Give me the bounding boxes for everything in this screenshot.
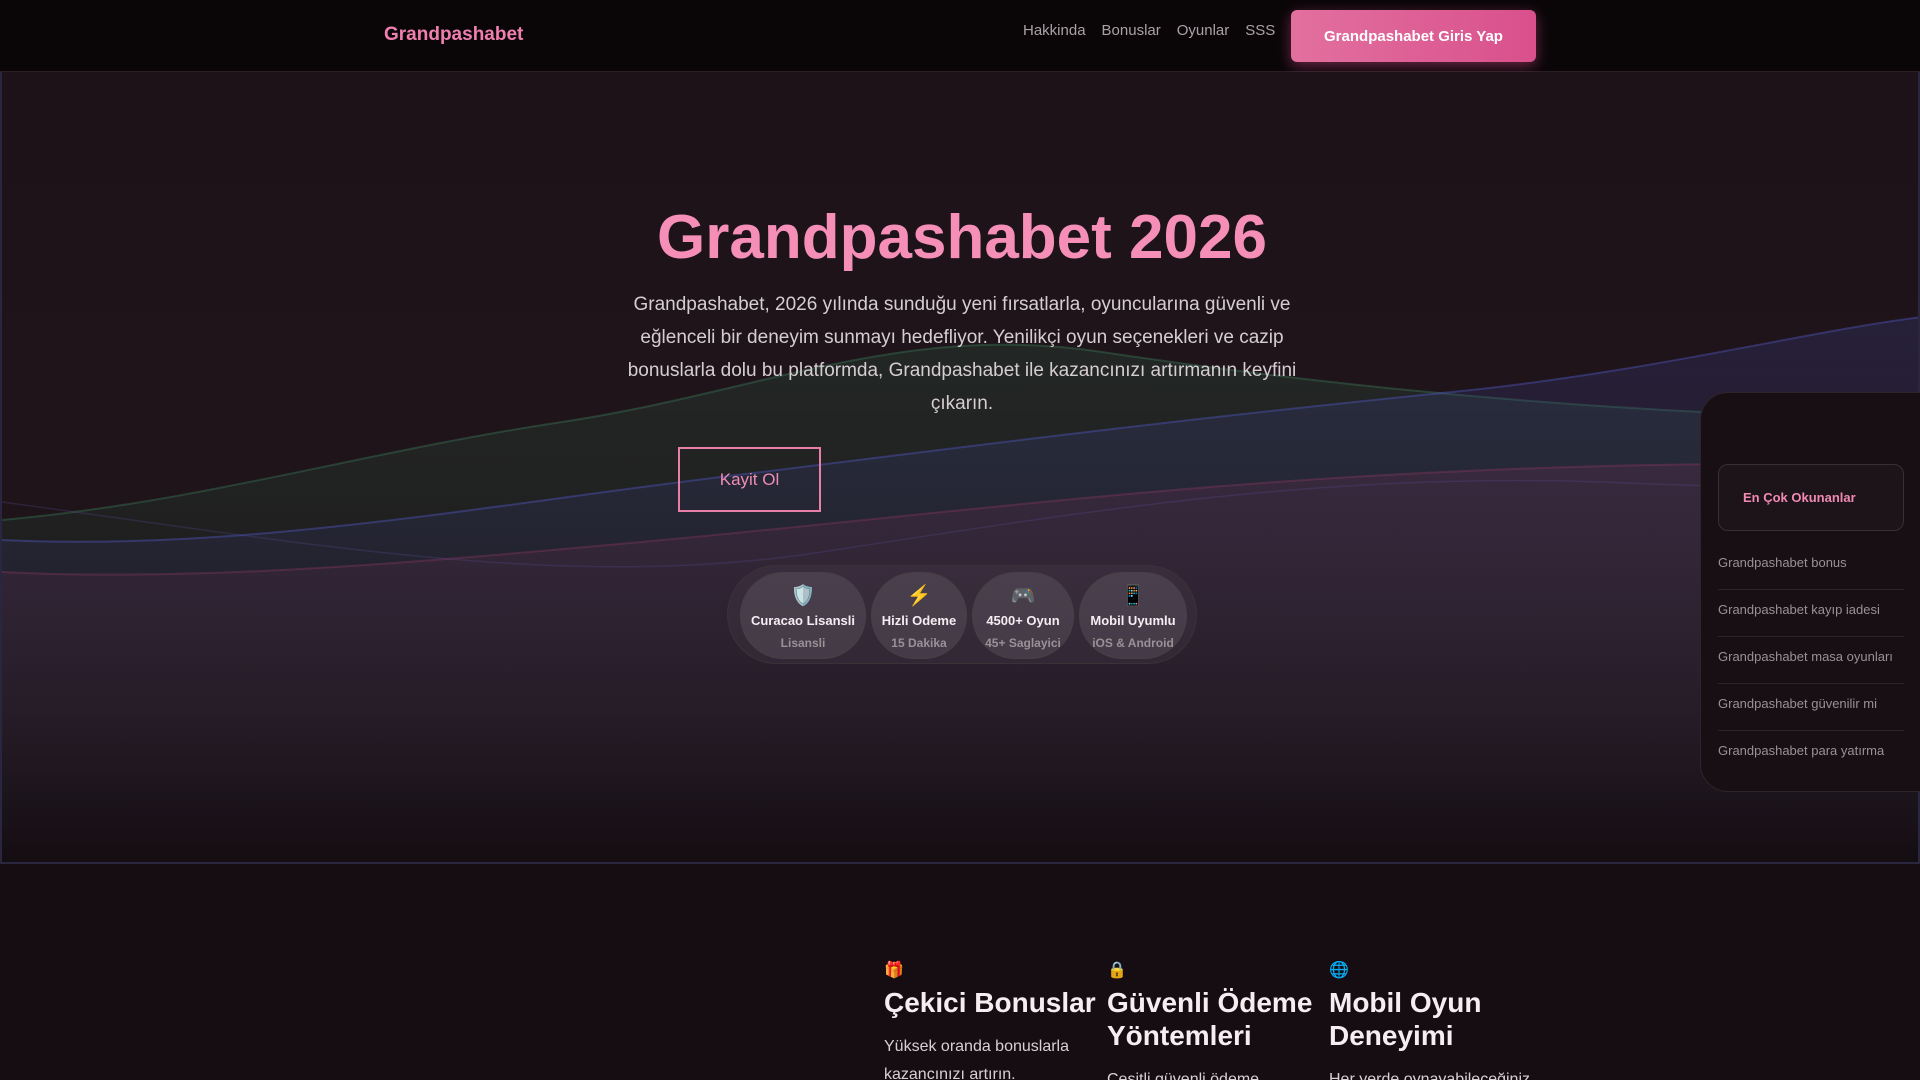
feature-badges: 🛡️ Curacao Lisansli Lisansli ⚡ Hizli Ode… <box>727 565 1197 664</box>
mobile-phone-icon: 📱 <box>1120 585 1146 607</box>
nav-link-bonuslar[interactable]: Bonuslar <box>1102 22 1161 39</box>
card-text: Yüksek oranda bonuslarla kazancınızı art… <box>884 1038 1070 1080</box>
card-title: Mobil Oyun Deneyimi <box>1329 987 1482 1051</box>
register-button[interactable]: Kayit Ol <box>678 447 821 512</box>
feature-subtitle: iOS & Android <box>1092 636 1174 650</box>
most-read-panel: En Çok Okunanlar Grandpashabet bonus Gra… <box>1700 392 1920 792</box>
nav-links: Hakkinda Bonuslar Oyunlar SSS <box>1023 22 1275 39</box>
gamepad-icon: 🎮 <box>1010 585 1036 607</box>
feature-title: Hizli Odeme <box>881 613 957 628</box>
feature-badge-mobile: 📱 Mobil Uyumlu iOS & Android <box>1079 572 1187 659</box>
feature-subtitle: 45+ Saglayici <box>985 636 1061 650</box>
nav-link-hakkinda[interactable]: Hakkinda <box>1023 22 1086 39</box>
most-read-link[interactable]: Grandpashabet para yatırma <box>1718 731 1904 778</box>
most-read-link[interactable]: Grandpashabet masa oyunları <box>1718 637 1904 684</box>
shield-icon: 🛡️ <box>790 585 816 607</box>
hero-title: Grandpashabet 2026 <box>657 203 1267 272</box>
feature-badge-license: 🛡️ Curacao Lisansli Lisansli <box>740 572 866 659</box>
feature-title: Mobil Uyumlu <box>1090 613 1176 628</box>
most-read-link[interactable]: Grandpashabet güvenilir mi <box>1718 684 1904 731</box>
feature-subtitle: 15 Dakika <box>891 636 947 650</box>
card-text: Her yerde oynayabileceğiniz <box>1329 1071 1530 1080</box>
decorative-waves <box>2 316 1918 862</box>
lock-icon: 🔒 <box>1107 962 1127 979</box>
card-payments: 🔒 Güvenli Ödeme Yöntemleri Çeşitli güven… <box>1107 960 1322 1080</box>
most-read-link[interactable]: Grandpashabet bonus <box>1718 543 1904 590</box>
globe-icon: 🌐 <box>1329 962 1349 979</box>
login-button[interactable]: Grandpashabet Giris Yap <box>1291 10 1536 62</box>
card-mobile: 🌐 Mobil Oyun Deneyimi Her yerde oynayabi… <box>1329 960 1544 1080</box>
feature-subtitle: Lisansli <box>780 636 826 650</box>
most-read-heading: En Çok Okunanlar <box>1743 490 1856 505</box>
nav-link-oyunlar[interactable]: Oyunlar <box>1177 22 1230 39</box>
gift-icon: 🎁 <box>884 962 904 979</box>
top-navbar: Grandpashabet Hakkinda Bonuslar Oyunlar … <box>0 0 1920 72</box>
feature-title: Curacao Lisansli <box>750 613 856 628</box>
card-text: Çeşitli güvenli ödeme <box>1107 1071 1260 1080</box>
most-read-link[interactable]: Grandpashabet kayıp iadesi <box>1718 590 1904 637</box>
card-bonuses: 🎁 Çekici Bonuslar Yüksek oranda bonuslar… <box>884 960 1099 1080</box>
feature-title: 4500+ Oyun <box>986 613 1060 628</box>
lightning-icon: ⚡ <box>906 585 932 607</box>
hero-description: Grandpashabet, 2026 yılında sunduğu yeni… <box>627 294 1297 414</box>
brand-logo[interactable]: Grandpashabet <box>384 24 523 46</box>
feature-badge-games: 🎮 4500+ Oyun 45+ Saglayici <box>972 572 1074 659</box>
card-title: Çekici Bonuslar <box>884 987 1096 1018</box>
card-title: Güvenli Ödeme Yöntemleri <box>1107 987 1313 1051</box>
nav-link-sss[interactable]: SSS <box>1245 22 1275 39</box>
feature-badge-payment: ⚡ Hizli Odeme 15 Dakika <box>871 572 967 659</box>
most-read-heading-box: En Çok Okunanlar <box>1718 464 1904 531</box>
features-section: 🎁 Çekici Bonuslar Yüksek oranda bonuslar… <box>0 864 1920 1080</box>
hero-section: Grandpashabet 2026 Grandpashabet, 2026 y… <box>0 72 1920 864</box>
most-read-list: Grandpashabet bonus Grandpashabet kayıp … <box>1718 543 1904 778</box>
